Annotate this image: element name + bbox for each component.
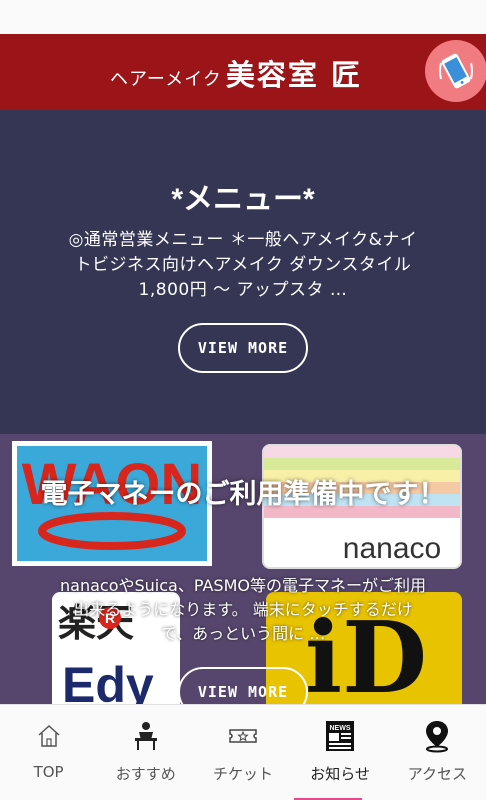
nav-label-access: アクセス bbox=[407, 765, 467, 783]
logo-title: 美容室 匠 bbox=[225, 58, 362, 92]
emoney-description: nanacoやSuica、PASMO等の電子マネーがご利用出来るようになります。… bbox=[60, 576, 426, 643]
emoney-title: 電子マネーのご利用準備中です！ bbox=[40, 479, 446, 509]
logo-subtitle: ヘアーメイク bbox=[110, 69, 222, 90]
phone-icon bbox=[439, 53, 473, 89]
nav-item-top[interactable]: TOP bbox=[0, 705, 97, 800]
menu-title: *メニュー* bbox=[171, 183, 315, 216]
status-bar bbox=[0, 0, 486, 34]
nav-item-news[interactable]: NEWS お知らせ bbox=[292, 705, 389, 800]
nav-item-access[interactable]: アクセス bbox=[389, 705, 486, 800]
nav-item-ticket[interactable]: チケット bbox=[194, 705, 291, 800]
nanaco-logo-text: nanaco bbox=[343, 532, 441, 565]
map-pin-icon bbox=[426, 721, 449, 753]
menu-view-more-button[interactable]: VIEW MORE bbox=[178, 323, 308, 373]
emoney-section: WAON nanaco 楽天 R Edy iD 電子マネーのご利用準備中です！ … bbox=[0, 434, 486, 704]
news-icon: NEWS bbox=[326, 721, 355, 751]
bottom-navigation: TOP おすすめ チケット NEWS お知らせ アクセス bbox=[0, 704, 486, 800]
nav-item-recommend[interactable]: おすすめ bbox=[97, 705, 194, 800]
app-header: ヘアーメイク 美容室 匠 bbox=[0, 34, 486, 110]
call-button[interactable] bbox=[425, 40, 486, 102]
ticket-icon bbox=[229, 729, 257, 743]
nav-label-recommend: おすすめ bbox=[115, 765, 176, 783]
nav-label-top: TOP bbox=[33, 763, 64, 781]
news-badge-text: NEWS bbox=[330, 725, 351, 732]
salon-logo[interactable]: ヘアーメイク 美容室 匠 bbox=[110, 52, 362, 92]
recommend-icon bbox=[134, 722, 157, 750]
menu-section: *メニュー* ◎通常営業メニュー ＊一般ヘアメイク&ナイトビジネス向けヘアメイク… bbox=[0, 110, 486, 434]
app-screen: ヘアーメイク 美容室 匠 *メニュー* ◎通常営業メニュー ＊一般ヘアメイク&ナ… bbox=[0, 0, 486, 800]
nav-label-ticket: チケット bbox=[212, 765, 273, 783]
emoney-view-more-button[interactable]: VIEW MORE bbox=[178, 667, 308, 704]
edy-logo-text: Edy bbox=[62, 657, 154, 704]
home-icon bbox=[38, 724, 60, 747]
menu-description: ◎通常営業メニュー ＊一般ヘアメイク&ナイトビジネス向けヘアメイク ダウンスタイ… bbox=[68, 230, 429, 300]
nav-label-news: お知らせ bbox=[310, 765, 370, 783]
